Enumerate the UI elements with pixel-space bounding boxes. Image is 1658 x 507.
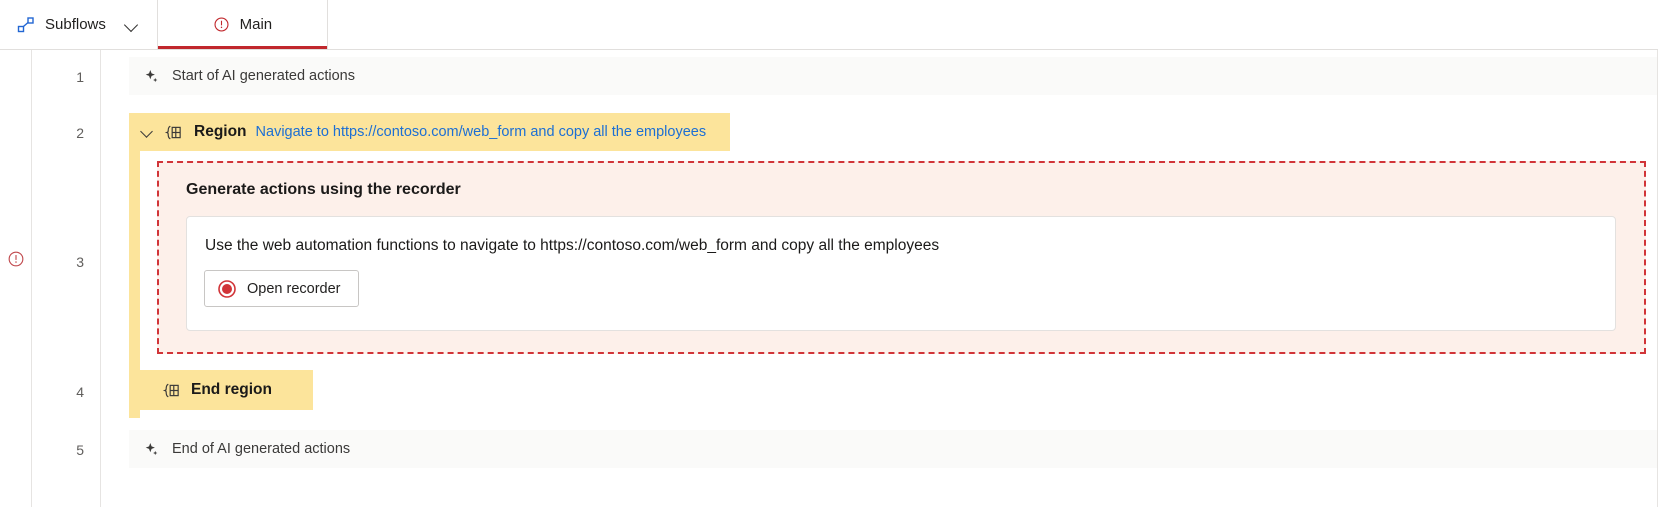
tab-active-indicator — [157, 46, 327, 49]
ai-sparkle-icon — [143, 68, 160, 85]
subflows-button[interactable]: Subflows — [0, 0, 158, 49]
tab-strip: Subflows Main — [0, 0, 1658, 50]
recorder-card: Generate actions using the recorder Use … — [157, 161, 1646, 354]
region-icon — [164, 123, 183, 142]
line-number: 2 — [76, 125, 84, 141]
action-label: End of AI generated actions — [172, 441, 351, 457]
region-icon — [162, 381, 181, 400]
region-title: Region — [194, 123, 247, 140]
subflows-label: Subflows — [45, 16, 106, 33]
region-description: Navigate to https://contoso.com/web_form… — [255, 124, 707, 140]
subflow-nodes-icon — [16, 15, 36, 35]
record-circle-icon — [217, 279, 237, 299]
action-row-start-ai[interactable]: Start of AI generated actions — [129, 57, 1658, 95]
recorder-card-title: Generate actions using the recorder — [186, 181, 461, 198]
action-row-end-region[interactable]: End region — [129, 370, 313, 410]
action-row-end-ai[interactable]: End of AI generated actions — [129, 430, 1658, 468]
action-label: Start of AI generated actions — [172, 68, 355, 84]
open-recorder-label: Open recorder — [247, 280, 341, 297]
chevron-down-icon[interactable] — [139, 124, 155, 140]
recorder-prompt-text: Use the web automation functions to navi… — [205, 237, 940, 254]
line-number-gutter: 1 2 3 4 5 — [0, 50, 101, 507]
open-recorder-button[interactable]: Open recorder — [204, 270, 359, 307]
error-circle-icon — [213, 16, 230, 33]
flow-editor: 1 2 3 4 5 Start of AI generated actions — [0, 50, 1658, 507]
line-number: 5 — [76, 442, 84, 458]
ai-sparkle-icon — [143, 441, 160, 458]
chevron-down-icon[interactable] — [125, 18, 139, 32]
error-circle-icon[interactable] — [7, 250, 25, 268]
recorder-prompt-card: Use the web automation functions to navi… — [186, 216, 1616, 331]
line-number: 1 — [76, 69, 84, 85]
end-region-label: End region — [191, 381, 272, 398]
line-number: 4 — [76, 384, 84, 400]
line-number: 3 — [76, 254, 84, 270]
actions-canvas: Start of AI generated actions Region Nav… — [101, 50, 1658, 507]
gutter-rail — [31, 50, 32, 507]
tab-main-label: Main — [239, 16, 273, 33]
action-row-region[interactable]: Region Navigate to https://contoso.com/w… — [129, 113, 730, 151]
tab-main[interactable]: Main — [157, 0, 328, 49]
